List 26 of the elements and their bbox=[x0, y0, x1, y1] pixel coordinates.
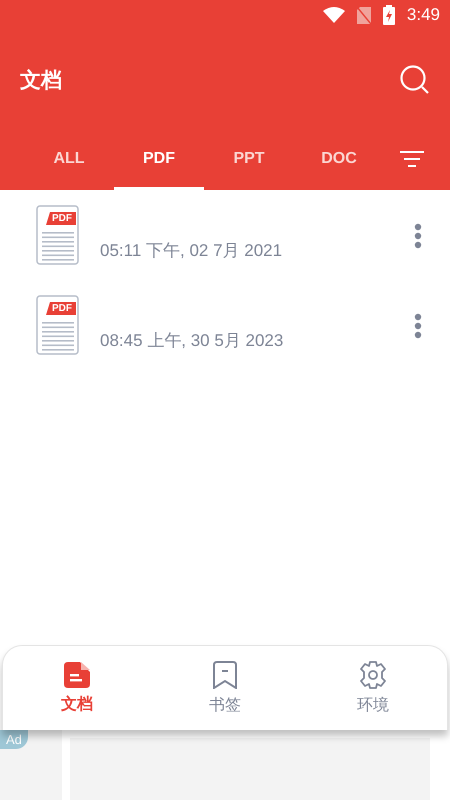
filter-icon[interactable] bbox=[400, 150, 424, 166]
nav-item[interactable]: 环境 bbox=[299, 646, 447, 730]
file-item[interactable]: PDF 08:45 上午, 30 5月 2023 bbox=[0, 295, 450, 385]
document-icon bbox=[64, 662, 90, 688]
tab[interactable]: ALL bbox=[24, 130, 114, 190]
more-icon[interactable] bbox=[414, 313, 422, 339]
pdf-label: PDF bbox=[46, 212, 76, 225]
tab[interactable]: DOC bbox=[294, 130, 384, 190]
tab[interactable]: PDF bbox=[114, 130, 204, 190]
file-date: 05:11 下午, 02 7月 2021 bbox=[100, 240, 284, 262]
bookmark-icon bbox=[213, 660, 237, 688]
file-date: 08:45 上午, 30 5月 2023 bbox=[100, 330, 284, 352]
ad-badge: Ad bbox=[0, 730, 28, 749]
wifi-icon bbox=[322, 7, 345, 23]
settings-icon bbox=[359, 660, 387, 688]
file-item[interactable]: PDF 05:11 下午, 02 7月 2021 bbox=[0, 205, 450, 295]
tab[interactable]: PPT bbox=[204, 130, 294, 190]
pdf-label: PDF bbox=[46, 302, 76, 315]
no-sim-icon bbox=[356, 6, 371, 24]
nav-item[interactable]: 文档 bbox=[3, 646, 151, 730]
battery-charging-icon bbox=[382, 5, 395, 25]
toolbar-title: 文档 bbox=[20, 68, 62, 94]
more-icon[interactable] bbox=[414, 223, 422, 249]
status-time: 3:49 bbox=[406, 5, 440, 25]
search-icon[interactable] bbox=[400, 65, 430, 95]
nav-item[interactable]: 书签 bbox=[151, 646, 299, 730]
